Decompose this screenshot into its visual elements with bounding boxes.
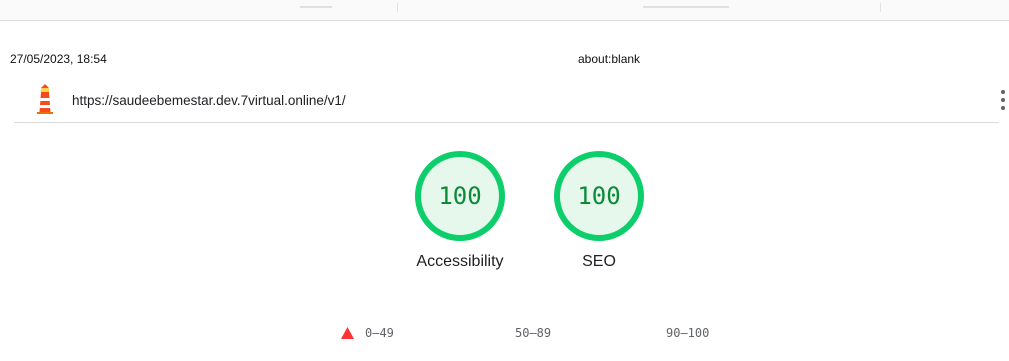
legend-fail: 0–49 — [341, 326, 394, 340]
tab-separator — [880, 3, 881, 12]
gauge-label: SEO — [582, 253, 616, 270]
print-page-title: about:blank — [578, 52, 641, 66]
gauge-ring: 100 — [553, 150, 645, 242]
tab-marker — [300, 6, 332, 8]
gauge-score: 100 — [577, 182, 621, 210]
legend-pass-range: 90–100 — [666, 326, 710, 340]
gauge-label: Accessibility — [416, 253, 504, 270]
gauge-score: 100 — [438, 182, 482, 210]
tab-marker — [643, 6, 729, 8]
tab-separator — [397, 3, 398, 12]
legend-fail-range: 0–49 — [365, 326, 394, 340]
print-datetime: 27/05/2023, 18:54 — [10, 52, 107, 66]
more-vertical-icon[interactable] — [999, 88, 1007, 114]
report-url[interactable]: https://saudeebemestar.dev.7virtual.onli… — [72, 93, 346, 108]
legend-average: 50–89 — [515, 326, 551, 340]
gauge-seo[interactable]: 100 SEO — [539, 150, 659, 271]
triangle-icon — [341, 327, 354, 339]
gauge-ring: 100 — [414, 150, 506, 242]
gauge-accessibility[interactable]: 100 Accessibility — [400, 150, 520, 271]
report-url-bar: https://saudeebemestar.dev.7virtual.onli… — [14, 82, 1005, 123]
legend-average-range: 50–89 — [515, 326, 552, 340]
legend-pass: 90–100 — [666, 326, 709, 340]
browser-top-strip — [0, 0, 1009, 21]
lighthouse-icon — [34, 83, 56, 115]
